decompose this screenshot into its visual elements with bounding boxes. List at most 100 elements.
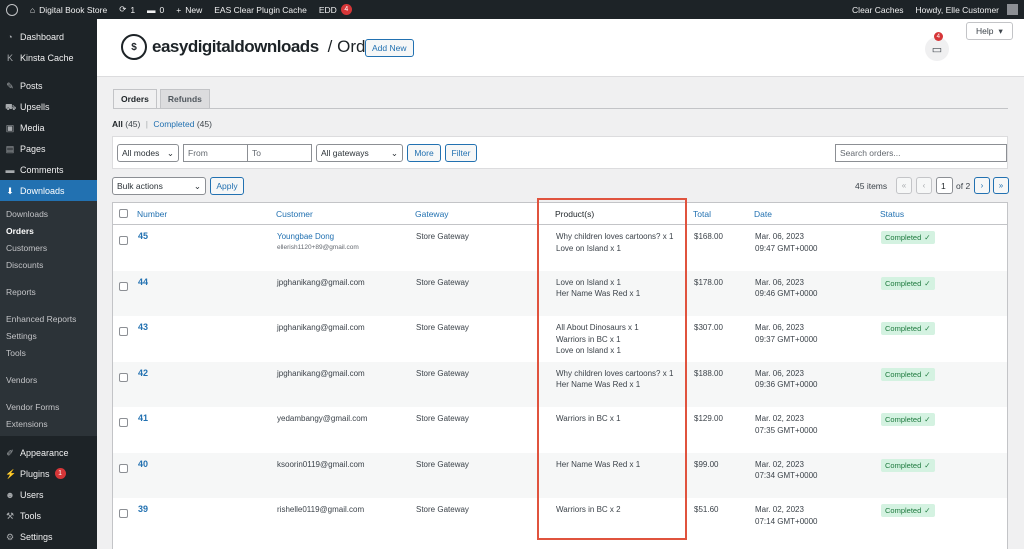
kinsta-icon: K [6, 52, 13, 63]
view-all[interactable]: All [112, 119, 123, 129]
customer-email: jpghanikang@gmail.com [277, 277, 365, 287]
date-from-input[interactable]: From [183, 144, 248, 162]
col-total[interactable]: Total [693, 209, 711, 219]
edd-link[interactable]: EDD 4 [313, 0, 358, 19]
col-status[interactable]: Status [880, 209, 904, 219]
clear-caches-link[interactable]: Clear Caches [846, 0, 910, 19]
submenu-vendors[interactable]: Vendors [0, 371, 97, 388]
menu-downloads[interactable]: ⬇ Downloads [0, 180, 97, 201]
table-nav: Bulk actions ⌄ Apply 45 items « ‹ 1 of 2 … [112, 177, 1009, 197]
select-all-checkbox[interactable] [119, 209, 128, 218]
tab-divider [113, 108, 1008, 109]
tab-refunds[interactable]: Refunds [159, 89, 210, 109]
row-checkbox[interactable] [119, 418, 128, 427]
order-number-link[interactable]: 43 [138, 322, 148, 334]
gateway-select[interactable]: All gateways ⌄ [316, 144, 403, 162]
product-line: Love on Island x 1 [556, 346, 621, 355]
chevron-down-icon: ⌄ [390, 147, 398, 158]
current-page-input[interactable]: 1 [936, 177, 953, 194]
row-checkbox[interactable] [119, 463, 128, 473]
order-number-link[interactable]: 44 [138, 277, 148, 289]
next-page-button[interactable]: › [974, 177, 990, 194]
site-name-link[interactable]: ⌂ Digital Book Store [24, 0, 113, 19]
order-number-link[interactable]: 42 [138, 368, 148, 380]
notifications-badge: 4 [933, 32, 943, 41]
menu-posts[interactable]: ✎ Posts [0, 75, 97, 96]
row-checkbox[interactable] [119, 372, 128, 382]
bulk-actions-select[interactable]: Bulk actions ⌄ [112, 177, 206, 195]
submenu-customers[interactable]: Customers [0, 239, 97, 256]
menu-appearance[interactable]: ✐ Appearance [0, 442, 97, 463]
submenu-downloads[interactable]: Downloads [0, 205, 97, 222]
menu-comments[interactable]: ▬ Comments [0, 159, 97, 180]
menu-users[interactable]: ☻ Users [0, 484, 97, 505]
help-button[interactable]: Help ▾ [966, 22, 1013, 40]
submenu-extensions[interactable]: Extensions [0, 415, 97, 432]
row-checkbox[interactable] [119, 509, 128, 518]
date-to-input[interactable]: To [247, 144, 312, 162]
status-badge: Completed ✓ [881, 367, 935, 381]
clear-plugin-cache-link[interactable]: EAS Clear Plugin Cache [208, 0, 313, 19]
order-number-link[interactable]: 40 [138, 459, 148, 471]
cart-icon: ⛟ [5, 101, 17, 112]
submenu-orders[interactable]: Orders [0, 222, 97, 239]
menu-settings[interactable]: ⚙ Settings [0, 526, 97, 547]
menu-media[interactable]: ▣ Media [0, 117, 97, 138]
search-orders-input[interactable]: Search orders... [835, 144, 1007, 162]
plugin-icon: ⚡ [5, 468, 17, 479]
add-new-button[interactable]: Add New [365, 39, 414, 57]
order-number-link[interactable]: 39 [138, 504, 148, 516]
row-checkbox[interactable] [119, 236, 128, 245]
check-icon: ✓ [924, 278, 931, 288]
submenu-enhanced-reports[interactable]: Enhanced Reports [0, 310, 97, 327]
row-checkbox[interactable] [119, 281, 128, 291]
last-page-button[interactable]: » [993, 177, 1009, 194]
col-gateway[interactable]: Gateway [415, 209, 449, 219]
date-cell: Mar. 06, 2023 [755, 277, 804, 287]
product-line: Her Name Was Red x 1 [556, 459, 641, 469]
row-checkbox[interactable] [119, 327, 128, 336]
apply-button[interactable]: Apply [210, 177, 244, 195]
col-products: Product(s) [555, 209, 595, 219]
page-icon: ▤ [5, 143, 15, 154]
mode-select[interactable]: All modes ⌄ [117, 144, 179, 162]
submenu-vendor-forms[interactable]: Vendor Forms [0, 398, 97, 415]
comments-link[interactable]: ▬ 0 [141, 0, 170, 19]
date-cell: Mar. 02, 2023 [755, 459, 804, 469]
updates-link[interactable]: ⟳ 1 [113, 0, 141, 19]
gateway-cell: Store Gateway [416, 323, 469, 332]
col-number[interactable]: Number [137, 209, 167, 219]
customer-link[interactable]: Youngbae Dong [277, 231, 334, 243]
status-badge: Completed ✓ [881, 231, 935, 244]
notifications-button[interactable]: ▭ 4 [925, 32, 949, 61]
menu-kinsta-cache[interactable]: K Kinsta Cache [0, 47, 97, 68]
product-line: Her Name Was Red x 1 [556, 380, 641, 389]
col-date[interactable]: Date [754, 209, 772, 219]
submenu-reports[interactable]: Reports [0, 283, 97, 300]
menu-plugins[interactable]: ⚡ Plugins 1 [0, 463, 97, 484]
time-cell: 07:35 GMT+0000 [755, 425, 818, 435]
menu-upsells[interactable]: ⛟ Upsells [0, 96, 97, 117]
submenu-tools[interactable]: Tools [0, 344, 97, 361]
col-customer[interactable]: Customer [276, 209, 313, 219]
filter-button[interactable]: Filter [445, 144, 477, 162]
wordpress-logo-button[interactable] [0, 0, 24, 19]
gateway-cell: Store Gateway [416, 277, 469, 287]
menu-dashboard[interactable]: ◔ Dashboard [0, 26, 97, 47]
menu-tools[interactable]: ⚒ Tools [0, 505, 97, 526]
order-number-link[interactable]: 45 [138, 231, 148, 243]
submenu-settings[interactable]: Settings [0, 327, 97, 344]
user-icon: ☻ [5, 489, 15, 500]
more-filters-button[interactable]: More [407, 144, 441, 162]
tab-orders[interactable]: Orders [113, 89, 157, 109]
pin-icon: ✎ [6, 80, 14, 91]
home-icon: ⌂ [30, 4, 36, 15]
status-views: All (45) | Completed (45) [112, 119, 212, 129]
edd-logo-icon: $ [121, 34, 147, 60]
order-number-link[interactable]: 41 [138, 413, 148, 425]
view-completed[interactable]: Completed [153, 119, 194, 129]
menu-pages[interactable]: ▤ Pages [0, 138, 97, 159]
submenu-discounts[interactable]: Discounts [0, 256, 97, 273]
new-content-link[interactable]: + New [170, 0, 208, 19]
account-menu[interactable]: Howdy, Elle Customer [910, 0, 1024, 19]
